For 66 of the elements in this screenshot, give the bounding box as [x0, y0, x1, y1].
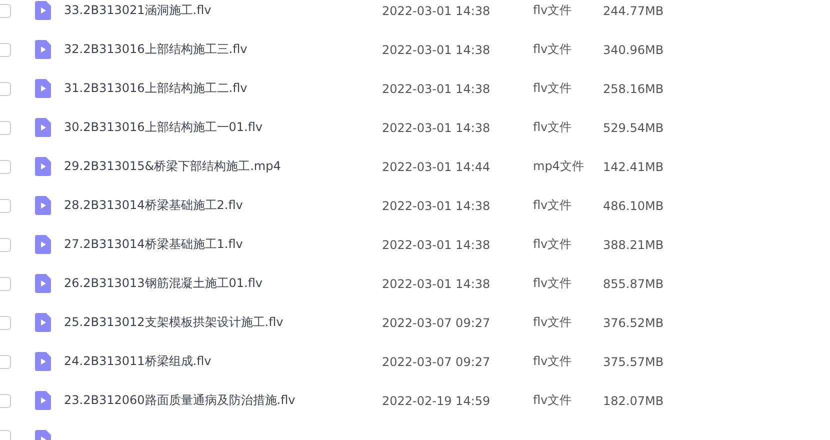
file-size: 855.87MB — [603, 276, 664, 290]
video-file-icon — [35, 40, 51, 59]
file-type: flv文件 — [533, 275, 573, 292]
checkbox[interactable] — [0, 394, 11, 408]
file-name[interactable]: 23.2B312060路面质量通病及防治措施.flv — [64, 392, 382, 409]
file-size: 388.21MB — [603, 238, 664, 252]
modified-date: 2022-03-01 14:38 — [382, 238, 492, 252]
file-name[interactable]: 33.2B313021涵洞施工.flv — [64, 2, 382, 19]
file-type: flv文件 — [533, 314, 573, 331]
checkbox[interactable] — [0, 4, 11, 18]
file-type: flv文件 — [533, 41, 573, 58]
video-file-icon — [35, 196, 51, 215]
video-file-icon — [35, 274, 51, 293]
modified-date: 2022-03-01 14:38 — [382, 276, 492, 290]
modified-date: 2022-03-07 09:27 — [382, 354, 492, 368]
file-name[interactable]: 32.2B313016上部结构施工三.flv — [64, 41, 382, 58]
modified-date: 2022-03-01 14:38 — [382, 4, 492, 18]
file-type: mp4文件 — [533, 158, 585, 175]
file-name[interactable]: 30.2B313016上部结构施工一01.flv — [64, 119, 382, 136]
file-name[interactable]: 29.2B313015&桥梁下部结构施工.mp4 — [64, 158, 382, 175]
video-file-icon — [35, 79, 51, 98]
file-type: flv文件 — [533, 119, 573, 136]
modified-date: 2022-03-07 09:27 — [382, 316, 492, 330]
file-type: flv文件 — [533, 236, 573, 253]
modified-date: 2022-02-19 14:59 — [382, 394, 492, 408]
checkbox[interactable] — [0, 198, 11, 212]
video-file-icon — [35, 313, 51, 332]
file-size: 244.77MB — [603, 4, 664, 18]
checkbox[interactable] — [0, 238, 11, 252]
modified-date: 2022-03-01 14:38 — [382, 82, 492, 96]
file-size: 529.54MB — [603, 120, 664, 134]
file-size: 258.16MB — [603, 82, 664, 96]
file-size: 182.07MB — [603, 394, 664, 408]
checkbox[interactable] — [0, 120, 11, 134]
modified-date: 2022-03-01 14:38 — [382, 42, 492, 56]
file-name[interactable]: 26.2B313013钢筋混凝土施工01.flv — [64, 275, 382, 292]
file-name[interactable]: 24.2B313011桥梁组成.flv — [64, 353, 382, 370]
modified-date: 2022-03-01 14:38 — [382, 120, 492, 134]
video-file-icon — [35, 157, 51, 176]
file-size: 340.96MB — [603, 42, 664, 56]
file-name[interactable]: 25.2B313012支架模板拱架设计施工.flv — [64, 314, 382, 331]
file-type: flv文件 — [533, 353, 573, 370]
file-size: 375.57MB — [603, 354, 664, 368]
file-name[interactable]: 28.2B313014桥梁基础施工2.flv — [64, 197, 382, 214]
file-type: flv文件 — [533, 197, 573, 214]
file-type: flv文件 — [533, 80, 573, 97]
file-type: flv文件 — [533, 2, 573, 19]
video-file-icon — [35, 352, 51, 371]
checkbox[interactable] — [0, 42, 11, 56]
file-type: flv文件 — [533, 392, 573, 409]
checkbox[interactable] — [0, 276, 11, 290]
video-file-icon — [35, 1, 51, 20]
video-file-icon — [35, 235, 51, 254]
file-size: 142.41MB — [603, 160, 664, 174]
video-file-icon — [35, 391, 51, 410]
checkbox[interactable] — [0, 82, 11, 96]
checkbox[interactable] — [0, 316, 11, 330]
modified-date: 2022-03-01 14:38 — [382, 198, 492, 212]
file-name[interactable]: 31.2B313016上部结构施工二.flv — [64, 80, 382, 97]
checkbox[interactable] — [0, 354, 11, 368]
video-file-icon — [35, 118, 51, 137]
file-size: 486.10MB — [603, 198, 664, 212]
file-size: 376.52MB — [603, 316, 664, 330]
checkbox[interactable] — [0, 160, 11, 174]
file-name[interactable]: 27.2B313014桥梁基础施工1.flv — [64, 236, 382, 253]
modified-date: 2022-03-01 14:44 — [382, 160, 492, 174]
